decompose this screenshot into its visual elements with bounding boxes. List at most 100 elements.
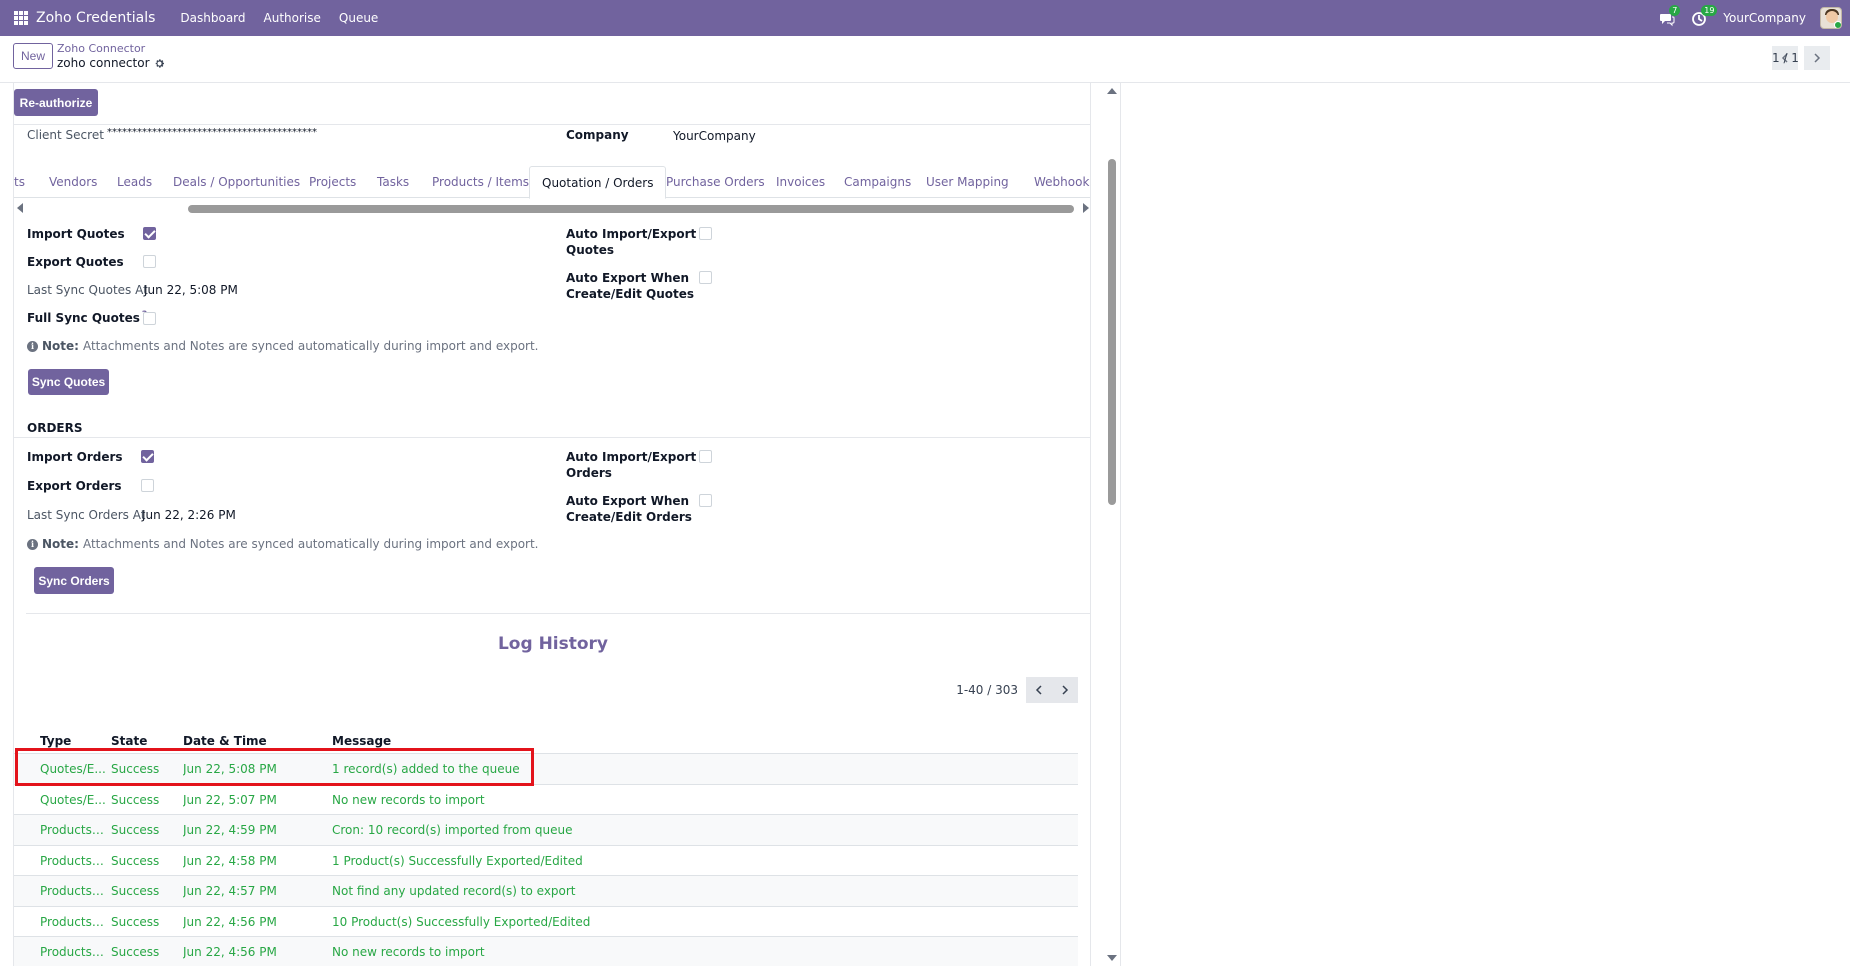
form-scroll-thumb[interactable] (1108, 159, 1116, 505)
cell-message: Cron: 10 record(s) imported from queue (332, 823, 573, 837)
user-avatar[interactable] (1820, 7, 1842, 29)
tab-leads[interactable]: Leads (105, 166, 164, 198)
last-sync-quotes-label: Last Sync Quotes At (27, 283, 148, 297)
quotes-note: i Note: Attachments and Notes are synced … (27, 339, 539, 353)
tab-products-items[interactable]: Products / Items (420, 166, 541, 198)
messages-count-badge: 7 (1669, 5, 1681, 16)
scroll-right-arrow-icon[interactable] (1083, 203, 1089, 213)
auto-import-quotes-label-line2: Quotes (566, 243, 615, 257)
new-button[interactable]: New (13, 43, 53, 69)
orders-note: i Note: Attachments and Notes are synced … (27, 537, 539, 551)
tab-user-mapping[interactable]: User Mapping (914, 166, 1021, 198)
pager-next-button[interactable] (1804, 46, 1830, 70)
menu-item-dashboard[interactable]: Dashboard (171, 11, 254, 25)
log-history-title: Log History (497, 634, 609, 654)
auto-import-orders-checkbox[interactable] (699, 450, 712, 463)
orders-section-title: ORDERS (27, 421, 83, 435)
log-pager: 1-40 / 303 (956, 677, 1078, 703)
record-pager: 1 / 1 (1772, 46, 1830, 70)
cell-type: Products/... (40, 853, 106, 868)
import-quotes-checkbox[interactable] (143, 227, 156, 240)
breadcrumb-parent[interactable]: Zoho Connector (57, 42, 145, 55)
table-row[interactable]: Products/... Success Jun 22, 4:58 PM 1 P… (14, 846, 1078, 876)
apps-menu-icon[interactable] (14, 11, 28, 25)
cell-message: 10 Product(s) Successfully Exported/Edit… (332, 914, 591, 929)
orders-section-divider (14, 437, 1090, 438)
column-header-type[interactable]: Type (40, 734, 71, 748)
online-status-dot (1834, 21, 1841, 28)
chatter-panel (1120, 83, 1850, 966)
cell-state: Success (111, 823, 160, 837)
scroll-down-arrow-icon[interactable] (1107, 955, 1117, 961)
sync-orders-button[interactable]: Sync Orders (34, 567, 114, 594)
activities-clock-icon[interactable]: 19 (1691, 5, 1718, 27)
pager-value[interactable]: 1 / 1 (1772, 51, 1799, 65)
tab-webhooks[interactable]: Webhooks (1022, 166, 1090, 198)
highlight-box (15, 748, 534, 786)
cell-message: No new records to import (332, 792, 485, 807)
scroll-left-arrow-icon[interactable] (17, 203, 23, 213)
company-field[interactable]: YourCompany (673, 129, 756, 143)
auto-import-quotes-checkbox[interactable] (699, 227, 712, 240)
table-row[interactable]: Products/... Success Jun 22, 4:57 PM Not… (14, 876, 1078, 907)
form-vertical-scrollbar[interactable] (1104, 83, 1118, 966)
cell-datetime: Jun 22, 5:07 PM (183, 792, 277, 807)
last-sync-orders-value: Jun 22, 2:26 PM (142, 508, 236, 522)
log-pager-previous-button[interactable] (1026, 677, 1052, 703)
log-pager-counter[interactable]: 1-40 / 303 (956, 683, 1018, 697)
cell-datetime: Jun 22, 4:56 PM (183, 914, 277, 929)
table-row[interactable]: Quotes/E... Success Jun 22, 5:07 PM No n… (14, 785, 1078, 815)
table-row[interactable]: Products/... Success Jun 22, 4:56 PM No … (14, 937, 1078, 966)
auto-export-orders-checkbox[interactable] (699, 494, 712, 507)
company-label: Company (566, 128, 629, 142)
tab-vendors[interactable]: Vendors (37, 166, 109, 198)
last-sync-orders-label: Last Sync Orders At (27, 508, 146, 522)
last-sync-quotes-value: Jun 22, 5:08 PM (144, 283, 238, 297)
menu-item-authorise[interactable]: Authorise (255, 11, 330, 25)
import-orders-checkbox[interactable] (141, 450, 154, 463)
tab-quotation-orders[interactable]: Quotation / Orders (529, 166, 667, 199)
tab-truncated[interactable]: ts (14, 166, 37, 198)
cell-datetime: Jun 22, 4:57 PM (183, 884, 277, 898)
cell-type: Quotes/E... (40, 792, 106, 807)
tab-projects[interactable]: Projects (297, 166, 368, 198)
cell-state: Success (111, 884, 160, 898)
info-icon: i (27, 538, 38, 550)
column-header-state[interactable]: State (111, 734, 147, 748)
column-header-message[interactable]: Message (332, 734, 391, 748)
scroll-up-arrow-icon[interactable] (1107, 88, 1117, 94)
cell-type: Products/... (40, 884, 106, 898)
menu-item-queue[interactable]: Queue (330, 11, 387, 25)
tab-invoices[interactable]: Invoices (764, 166, 837, 198)
activities-count-badge: 19 (1701, 5, 1718, 16)
reauthorize-button[interactable]: Re-authorize (14, 89, 98, 116)
sync-quotes-button[interactable]: Sync Quotes (28, 369, 109, 395)
cell-message: Not find any updated record(s) to export (332, 884, 576, 898)
client-secret-field[interactable]: ****************************************… (107, 127, 317, 138)
import-quotes-label: Import Quotes (27, 227, 125, 241)
cell-state: Success (111, 914, 160, 929)
log-pager-next-button[interactable] (1052, 677, 1078, 703)
tabs-scroll-thumb[interactable] (188, 205, 1074, 213)
export-quotes-checkbox[interactable] (143, 255, 156, 268)
tabs-horizontal-scrollbar[interactable] (14, 202, 1090, 214)
breadcrumb-current: zoho connector (57, 56, 165, 70)
tab-purchase-orders[interactable]: Purchase Orders (654, 166, 777, 198)
table-row[interactable]: Products/... Success Jun 22, 4:56 PM 10 … (14, 907, 1078, 937)
tab-tasks[interactable]: Tasks (365, 166, 421, 198)
gear-icon[interactable] (154, 58, 165, 69)
export-orders-checkbox[interactable] (141, 479, 154, 492)
cell-state: Success (111, 792, 160, 807)
client-secret-label: Client Secret (27, 128, 104, 142)
table-row[interactable]: Products/... Success Jun 22, 4:59 PM Cro… (14, 815, 1078, 846)
tab-campaigns[interactable]: Campaigns (832, 166, 923, 198)
app-title[interactable]: Zoho Credentials (36, 10, 155, 26)
messages-icon[interactable]: 7 (1659, 5, 1681, 27)
full-sync-quotes-checkbox[interactable] (143, 312, 156, 325)
column-header-datetime[interactable]: Date & Time (183, 734, 267, 748)
auto-export-quotes-checkbox[interactable] (699, 271, 712, 284)
company-switcher[interactable]: YourCompany (1723, 11, 1806, 25)
header-divider (14, 124, 1090, 125)
navbar-systray: 7 19 YourCompany (1659, 0, 1842, 36)
tab-deals-opportunities[interactable]: Deals / Opportunities (161, 166, 312, 198)
